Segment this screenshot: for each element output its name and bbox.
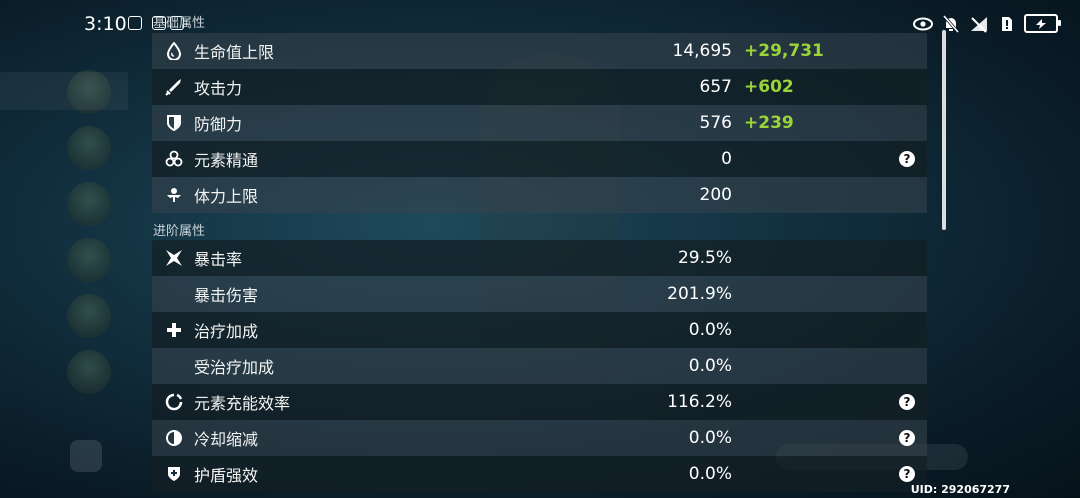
notification-icon — [128, 16, 142, 30]
stat-row-cooldown[interactable]: 冷却缩减 0.0% ? — [152, 420, 927, 456]
stat-name: 受治疗加成 — [194, 358, 275, 377]
stat-name: 治疗加成 — [194, 322, 259, 341]
eye-icon — [912, 15, 934, 33]
clock: 3:10 — [84, 13, 127, 35]
help-icon[interactable]: ? — [899, 430, 915, 446]
stat-row-atk[interactable]: 攻击力 657 +602 — [152, 69, 927, 105]
sword-icon — [164, 77, 184, 97]
avatar — [67, 126, 111, 170]
stat-value: 0.0% — [688, 428, 732, 448]
stat-name: 护盾强效 — [194, 466, 259, 485]
stat-row-hp[interactable]: 生命值上限 14,695 +29,731 — [152, 33, 927, 69]
stat-value: 657 — [699, 77, 732, 97]
home-icon — [70, 440, 102, 472]
stat-name: 元素精通 — [194, 151, 259, 170]
droplet-icon — [164, 41, 184, 61]
crit-icon — [164, 248, 184, 268]
stat-value: 116.2% — [667, 392, 732, 412]
sim-alert-icon — [996, 15, 1018, 33]
background-selected-slot — [0, 72, 128, 110]
scrollbar[interactable] — [942, 30, 946, 230]
stat-row-energy-recharge[interactable]: 元素充能效率 116.2% ? — [152, 384, 927, 420]
element-icon — [164, 149, 184, 169]
stat-row-def[interactable]: 防御力 576 +239 — [152, 105, 927, 141]
battery-charging-icon — [1024, 14, 1061, 33]
cooldown-icon — [164, 428, 184, 448]
help-icon[interactable]: ? — [899, 151, 915, 167]
section-title-base: 基础属性 — [153, 16, 206, 31]
advanced-stats-list: 暴击率 29.5% 暴击伤害 201.9% 治疗加成 0.0% 受治疗加成 0.… — [152, 240, 927, 492]
stat-value: 14,695 — [672, 41, 732, 61]
help-icon[interactable]: ? — [899, 466, 915, 482]
stat-row-em[interactable]: 元素精通 0 ? — [152, 141, 927, 177]
stat-row-crit-dmg[interactable]: 暴击伤害 201.9% — [152, 276, 927, 312]
stat-value: 200 — [699, 185, 732, 205]
stat-value: 0.0% — [688, 464, 732, 484]
background-left-column — [55, 60, 125, 498]
help-icon[interactable]: ? — [899, 394, 915, 410]
stat-name: 冷却缩减 — [194, 430, 259, 449]
stat-name: 防御力 — [194, 115, 243, 134]
stat-value: 576 — [699, 113, 732, 133]
stat-row-shield-strength[interactable]: 护盾强效 0.0% ? — [152, 456, 927, 492]
stat-row-stamina[interactable]: 体力上限 200 — [152, 177, 927, 213]
stat-value: 0.0% — [688, 356, 732, 376]
shield-icon — [164, 113, 184, 133]
avatar — [67, 350, 111, 394]
stat-row-incoming-healing[interactable]: 受治疗加成 0.0% — [152, 348, 927, 384]
stat-value: 0.0% — [688, 320, 732, 340]
plus-icon — [164, 320, 184, 340]
stamina-icon — [164, 185, 184, 205]
avatar — [67, 294, 111, 338]
stat-row-crit-rate[interactable]: 暴击率 29.5% — [152, 240, 927, 276]
stat-name: 生命值上限 — [194, 43, 275, 62]
stat-value: 29.5% — [677, 248, 732, 268]
stat-name: 攻击力 — [194, 79, 243, 98]
stat-value: 0 — [721, 149, 732, 169]
shield-plus-icon — [164, 464, 184, 484]
stat-bonus: +239 — [744, 113, 794, 133]
no-signal-icon — [968, 15, 990, 33]
stat-name: 暴击伤害 — [194, 286, 259, 305]
avatar — [67, 238, 111, 282]
stat-name: 元素充能效率 — [194, 394, 291, 413]
stat-value: 201.9% — [667, 284, 732, 304]
section-title-advanced: 进阶属性 — [153, 224, 206, 239]
stat-row-healing-bonus[interactable]: 治疗加成 0.0% — [152, 312, 927, 348]
stat-name: 体力上限 — [194, 187, 259, 206]
uid-label: UID: 292067277 — [910, 483, 1010, 496]
stat-bonus: +29,731 — [744, 41, 824, 61]
energy-icon — [164, 392, 184, 412]
base-stats-list: 生命值上限 14,695 +29,731 攻击力 657 +602 防御力 57… — [152, 33, 927, 213]
stat-name: 暴击率 — [194, 250, 243, 269]
avatar — [67, 182, 111, 226]
stat-bonus: +602 — [744, 77, 794, 97]
